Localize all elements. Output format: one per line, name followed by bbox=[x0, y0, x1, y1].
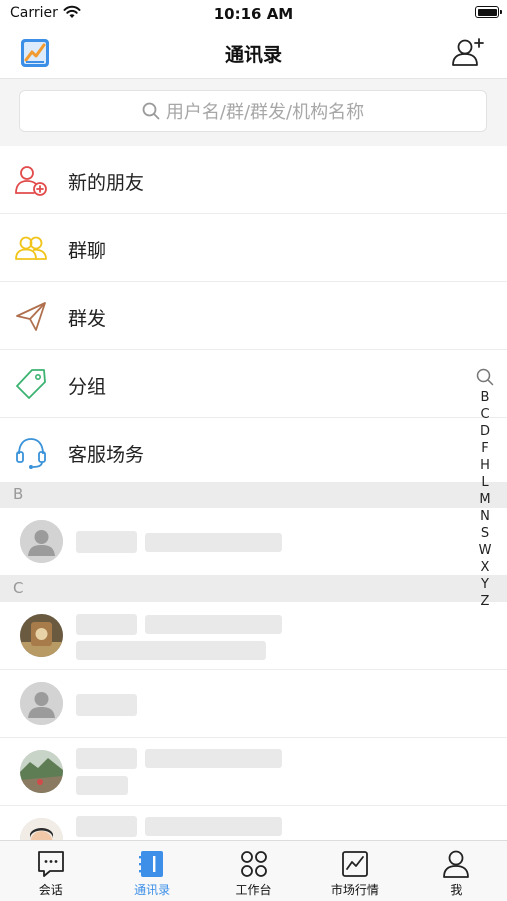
index-letter-n[interactable]: N bbox=[474, 508, 496, 525]
tab-contacts[interactable]: 通讯录 bbox=[101, 841, 202, 901]
headset-icon bbox=[16, 438, 46, 469]
redacted-name bbox=[76, 694, 137, 716]
function-label: 分组 bbox=[68, 376, 107, 398]
contact-row[interactable] bbox=[0, 602, 507, 670]
tab-market[interactable]: 市场行情 bbox=[304, 841, 405, 901]
redacted-info bbox=[145, 533, 282, 552]
tab-label: 工作台 bbox=[235, 883, 272, 897]
function-item-customer-service[interactable]: 客服场务 bbox=[0, 418, 507, 485]
section-header-b: B bbox=[0, 482, 507, 508]
search-input[interactable]: 用户名/群/群发/机构名称 bbox=[19, 90, 487, 132]
tag-icon bbox=[16, 369, 46, 399]
market-chart-icon bbox=[342, 851, 368, 877]
tab-label: 市场行情 bbox=[330, 883, 379, 897]
function-item-broadcast[interactable]: 群发 bbox=[0, 282, 507, 350]
status-time: 10:16 AM bbox=[213, 5, 294, 23]
function-label: 新的朋友 bbox=[68, 172, 145, 194]
redacted-detail bbox=[76, 776, 128, 795]
index-search-icon[interactable] bbox=[476, 368, 494, 386]
redacted-name bbox=[76, 531, 137, 553]
index-letter-z[interactable]: Z bbox=[474, 593, 496, 610]
avatar bbox=[20, 520, 63, 563]
avatar bbox=[20, 614, 63, 657]
contact-row[interactable] bbox=[0, 670, 507, 738]
redacted-name bbox=[76, 748, 137, 769]
contacts-book-icon bbox=[139, 851, 164, 877]
index-letter-l[interactable]: L bbox=[474, 474, 496, 491]
battery-icon bbox=[475, 6, 502, 18]
status-bar: Carrier 10:16 AM bbox=[0, 0, 507, 28]
redacted-info bbox=[145, 817, 282, 836]
tab-workbench[interactable]: 工作台 bbox=[203, 841, 304, 901]
alphabet-index[interactable]: B C D F H L M N S W X Y Z bbox=[474, 368, 496, 610]
redacted-name bbox=[76, 614, 137, 635]
contact-row[interactable] bbox=[0, 508, 507, 576]
function-item-new-friends[interactable]: 新的朋友 bbox=[0, 146, 507, 214]
page-title: 通讯录 bbox=[224, 44, 282, 66]
function-item-groups[interactable]: 分组 bbox=[0, 350, 507, 418]
search-area: 用户名/群/群发/机构名称 bbox=[0, 79, 507, 146]
default-avatar-icon bbox=[20, 520, 63, 563]
function-label: 客服场务 bbox=[68, 444, 145, 466]
tab-bar: 会话 通讯录 工作台 市场行情 我 bbox=[0, 840, 507, 901]
tab-label: 通讯录 bbox=[134, 883, 171, 897]
index-letter-m[interactable]: M bbox=[474, 491, 496, 508]
chat-icon bbox=[37, 851, 64, 877]
function-item-group-chat[interactable]: 群聊 bbox=[0, 214, 507, 282]
index-letter-s[interactable]: S bbox=[474, 525, 496, 542]
group-chat-icon bbox=[15, 236, 47, 260]
tab-conversations[interactable]: 会话 bbox=[0, 841, 101, 901]
redacted-info bbox=[145, 749, 282, 768]
index-letter-f[interactable]: F bbox=[474, 440, 496, 457]
add-friend-icon[interactable] bbox=[451, 37, 485, 67]
function-label: 群发 bbox=[68, 308, 107, 330]
index-letter-y[interactable]: Y bbox=[474, 576, 496, 593]
tab-label: 我 bbox=[450, 883, 463, 897]
tab-me[interactable]: 我 bbox=[406, 841, 507, 901]
profile-icon bbox=[443, 850, 470, 878]
new-friend-icon bbox=[15, 166, 47, 196]
avatar bbox=[20, 750, 63, 793]
index-letter-c[interactable]: C bbox=[474, 406, 496, 423]
photo-avatar-icon bbox=[20, 614, 63, 657]
redacted-detail bbox=[76, 641, 266, 660]
nav-bar: 通讯录 bbox=[0, 28, 507, 79]
search-icon bbox=[142, 102, 160, 120]
index-letter-d[interactable]: D bbox=[474, 423, 496, 440]
function-list: 新的朋友 群聊 群发 分组 客服场务 bbox=[0, 146, 507, 485]
section-letter: B bbox=[13, 485, 24, 503]
index-letter-w[interactable]: W bbox=[474, 542, 496, 559]
index-letter-h[interactable]: H bbox=[474, 457, 496, 474]
workbench-icon bbox=[240, 851, 267, 877]
search-placeholder: 用户名/群/群发/机构名称 bbox=[165, 102, 365, 123]
photo-avatar-icon bbox=[20, 750, 63, 793]
section-header-c: C bbox=[0, 576, 507, 602]
function-label: 群聊 bbox=[68, 240, 107, 262]
default-avatar-icon bbox=[20, 682, 63, 725]
contact-row[interactable] bbox=[0, 738, 507, 806]
index-letter-b[interactable]: B bbox=[474, 389, 496, 406]
section-letter: C bbox=[13, 579, 24, 597]
tab-label: 会话 bbox=[38, 883, 63, 897]
redacted-info bbox=[145, 615, 282, 634]
avatar bbox=[20, 682, 63, 725]
paper-plane-icon bbox=[16, 302, 46, 331]
index-letter-x[interactable]: X bbox=[474, 559, 496, 576]
redacted-name bbox=[76, 816, 137, 837]
